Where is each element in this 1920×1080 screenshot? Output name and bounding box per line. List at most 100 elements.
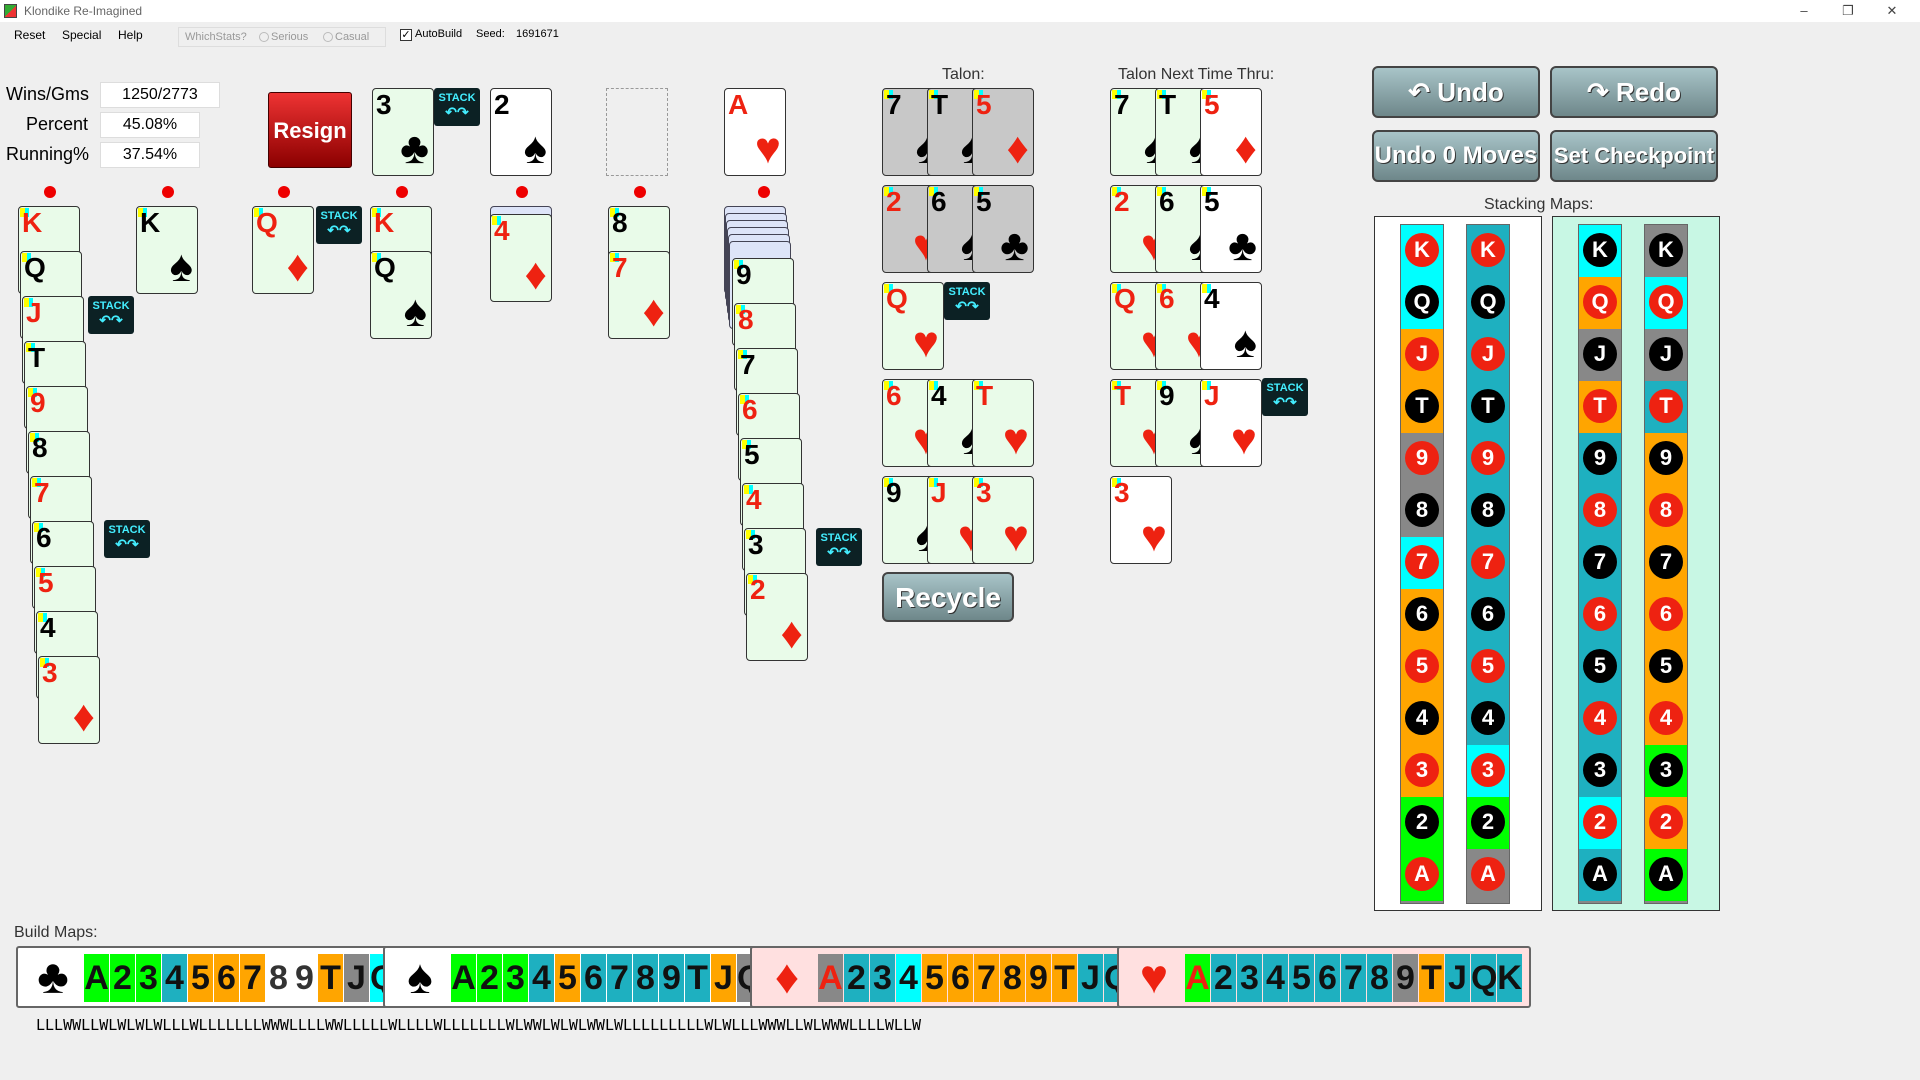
card[interactable]: 3 ♦ [38,656,100,744]
stacking-map-rank: 2 [1471,805,1505,839]
build-map-rank: 2 [1211,954,1236,1002]
card-rank: 9 [30,387,46,418]
stacking-map-rank: 5 [1405,649,1439,683]
card[interactable]: 3 ♥ [972,476,1034,564]
card[interactable]: 5 ♦ [972,88,1034,176]
red-dot-indicator [162,186,174,198]
card[interactable]: 4♠ [1200,282,1262,370]
build-map-rank: J [344,954,369,1002]
casual-radio[interactable]: Casual [323,31,369,43]
build-map-rank: J [1445,954,1470,1002]
stack-arrows-icon: ↶↷ [99,312,123,328]
stack-button[interactable]: STACK ↶↷ [1262,378,1308,416]
foundation-empty[interactable] [606,88,668,176]
build-map-rank: 6 [948,954,973,1002]
build-map-rank: 5 [1289,954,1314,1002]
build-map-rank: 9 [292,954,317,1002]
diamond-icon: ♦ [774,951,800,1004]
stacking-map-cell: 7 [1467,537,1509,589]
serious-radio[interactable]: Serious [259,31,308,43]
build-map-heart: ♥ A 2 3 4 5 6 7 8 9 T J Q K [1117,946,1531,1008]
minimize-button[interactable]: – [1784,2,1824,20]
stacking-map-rank: 5 [1471,649,1505,683]
card[interactable]: 4 ♦ [490,214,552,302]
stack-button[interactable]: STACK ↶↷ [944,282,990,320]
stacking-map-rank: K [1583,233,1617,267]
stacking-map-rank: 3 [1471,753,1505,787]
stacking-map-track: KQJT 9 8 7 6 5 4 3 2 A [1466,224,1510,904]
restore-button[interactable]: ❐ [1828,2,1868,20]
card[interactable]: 2 ♦ [746,573,808,661]
card-rank: 4 [1204,283,1220,314]
card[interactable]: T ♥ [972,379,1034,467]
build-map-rank: 6 [214,954,239,1002]
card-rank: 7 [886,89,902,120]
card-rank: 5 [1204,89,1220,120]
card[interactable]: 5♣ [972,185,1034,273]
card[interactable]: K ♠ [136,206,198,294]
build-map-rank: 9 [1393,954,1418,1002]
undo-moves-button[interactable]: Undo 0 Moves [1372,130,1540,182]
stacking-map-cell: 7 [1579,537,1621,589]
menu-reset[interactable]: Reset [14,28,45,42]
card[interactable]: 5♣ [1200,185,1262,273]
card[interactable]: Q ♦ [252,206,314,294]
card[interactable]: Q ♥ [882,282,944,370]
stacking-map-rank: Q [1405,285,1439,319]
foundation-clubs[interactable]: 3 ♣ [372,88,434,176]
card-rank: 9 [736,259,752,290]
card[interactable]: 3 ♥ [1110,476,1172,564]
card-rank: 3 [42,657,58,688]
stack-button[interactable]: STACK ↶↷ [316,206,362,244]
redo-button[interactable]: ↷ Redo [1550,66,1718,118]
card-rank: Q [256,207,278,238]
spade-icon: ♠ [403,287,427,336]
build-map-rank: 7 [240,954,265,1002]
percent-value: 45.08% [100,112,200,138]
resign-button[interactable]: Resign [268,92,352,168]
build-map-rank: 5 [188,954,213,1002]
stacking-map-cell: 9 [1645,433,1687,485]
card[interactable]: J ♥ [1200,379,1262,467]
card-rank: A [728,89,749,120]
stacking-map-cell: Q [1467,277,1509,329]
set-checkpoint-button[interactable]: Set Checkpoint [1550,130,1718,182]
stacking-map-cell: 5 [1467,641,1509,693]
foundation-spades[interactable]: 2 ♠ [490,88,552,176]
autobuild-checkbox[interactable]: ✓ [400,29,412,41]
card[interactable]: 5 ♦ [1200,88,1262,176]
foundation-hearts[interactable]: A ♥ [724,88,786,176]
stacking-map-cell: T [1645,381,1687,433]
stack-button[interactable]: STACK ↶↷ [816,528,862,566]
build-map-rank: 6 [1315,954,1340,1002]
card[interactable]: 7 ♦ [608,251,670,339]
stacking-map-rank: 4 [1649,701,1683,735]
card[interactable]: Q♠ [370,251,432,339]
stacking-map-cell: 6 [1579,589,1621,641]
undo-icon: ↶ [1408,77,1438,107]
stacking-map-cell: 2 [1579,797,1621,849]
red-dot-indicator [634,186,646,198]
autobuild-label: AutoBuild [415,28,463,40]
menu-help[interactable]: Help [118,28,143,42]
card-rank: T [1159,89,1177,120]
recycle-button[interactable]: Recycle [882,572,1014,622]
stack-button[interactable]: STACK ↶↷ [434,88,480,126]
stacking-map-cell: K [1579,225,1621,277]
card-rank: 2 [494,89,510,120]
stack-label: STACK [948,286,986,298]
stacking-map-cell: 4 [1467,693,1509,745]
stack-button[interactable]: STACK ↶↷ [104,520,150,558]
stacking-map-rank: T [1583,389,1617,423]
build-map-rank: 3 [870,954,895,1002]
diamond-icon: ♦ [524,250,547,299]
red-dot-indicator [516,186,528,198]
card-rank: 3 [1114,477,1130,508]
stacking-map-rank: 7 [1405,545,1439,579]
undo-button[interactable]: ↶ Undo [1372,66,1540,118]
stacking-map-rank: 4 [1583,701,1617,735]
build-map-rank: 3 [1237,954,1262,1002]
close-button[interactable]: ✕ [1872,2,1912,20]
menu-special[interactable]: Special [62,28,101,42]
stack-button[interactable]: STACK ↶↷ [88,296,134,334]
